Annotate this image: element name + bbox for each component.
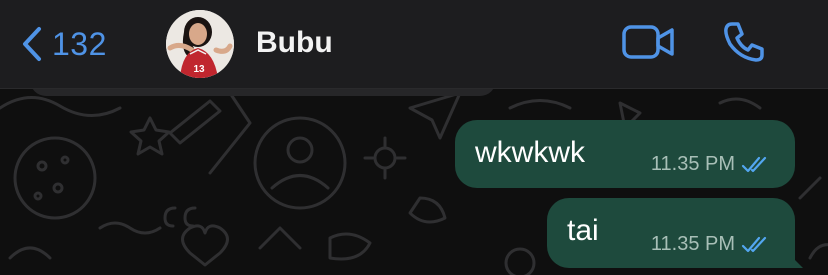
- jersey-number: 13: [193, 64, 205, 75]
- outgoing-message[interactable]: tai 11.35 PM: [547, 198, 803, 268]
- chat-header: 132 13 Bubu: [0, 0, 828, 89]
- back-button[interactable]: 132: [22, 22, 107, 66]
- message-meta: 11.35 PM: [651, 153, 771, 176]
- double-check-icon: [741, 156, 771, 174]
- message-time: 11.35 PM: [650, 233, 735, 255]
- voice-call-button[interactable]: [722, 20, 766, 64]
- message-text: tai: [567, 214, 599, 247]
- message-time: 11.35 PM: [650, 153, 735, 175]
- phone-call-icon: [722, 22, 766, 68]
- message-text: wkwkwk: [475, 136, 585, 169]
- contact-name[interactable]: Bubu: [256, 26, 333, 60]
- double-check-icon: [741, 236, 771, 254]
- video-call-icon: [622, 25, 676, 64]
- avatar-image: 13: [166, 10, 234, 78]
- video-call-button[interactable]: [622, 24, 676, 60]
- chat-screen: 132 13 Bubu wkwkwk 11.35 PM tai 11.35 PM: [0, 0, 828, 275]
- outgoing-message[interactable]: wkwkwk 11.35 PM: [455, 120, 795, 188]
- avatar[interactable]: 13: [166, 10, 234, 78]
- message-meta: 11.35 PM: [651, 233, 771, 256]
- chevron-left-icon: [22, 26, 42, 62]
- unread-count: 132: [52, 25, 107, 62]
